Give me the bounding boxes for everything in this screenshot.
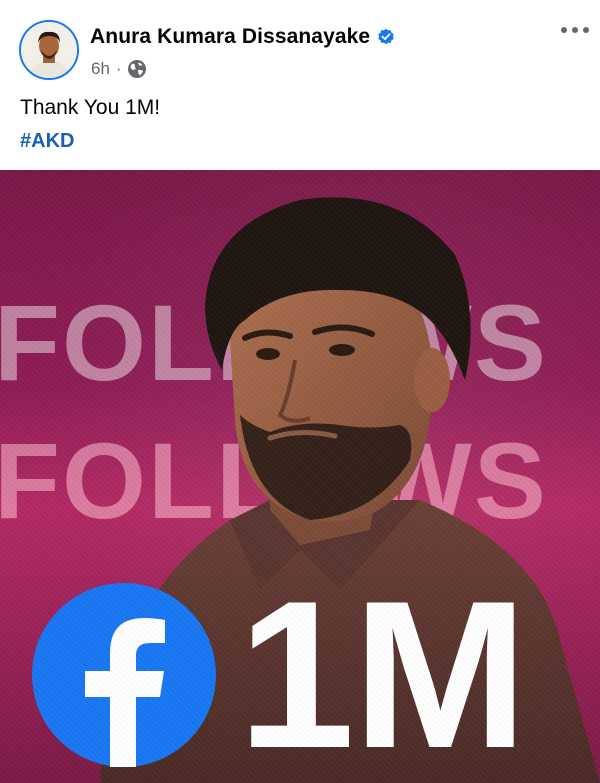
author-name[interactable]: Anura Kumara Dissanayake — [90, 25, 370, 49]
verified-badge-icon — [378, 28, 394, 45]
follower-count-text: 1M — [238, 557, 528, 783]
avatar-image — [21, 22, 77, 78]
author-row: Anura Kumara Dissanayake — [90, 24, 395, 50]
post-time[interactable]: 6h — [91, 59, 110, 79]
author-avatar[interactable] — [19, 20, 79, 80]
background-text-follows-2: FOLLOWS — [0, 420, 548, 541]
post-header: Anura Kumara Dissanayake 6h · Thank You … — [0, 0, 600, 170]
post-caption: Thank You 1M! — [20, 96, 161, 119]
meta-separator: · — [115, 59, 122, 78]
background-text-follows-1: FOLLOWS — [0, 282, 548, 403]
globe-icon[interactable] — [127, 59, 147, 79]
post-image[interactable]: FOLLOWS FOLLOWS 1M — [0, 170, 600, 783]
post-meta: 6h · — [91, 59, 147, 79]
hashtag-link[interactable]: #AKD — [20, 130, 74, 153]
more-options-icon — [561, 27, 589, 33]
more-options-button[interactable] — [558, 18, 592, 42]
portrait-figure — [100, 197, 600, 783]
facebook-logo-icon — [32, 583, 216, 767]
